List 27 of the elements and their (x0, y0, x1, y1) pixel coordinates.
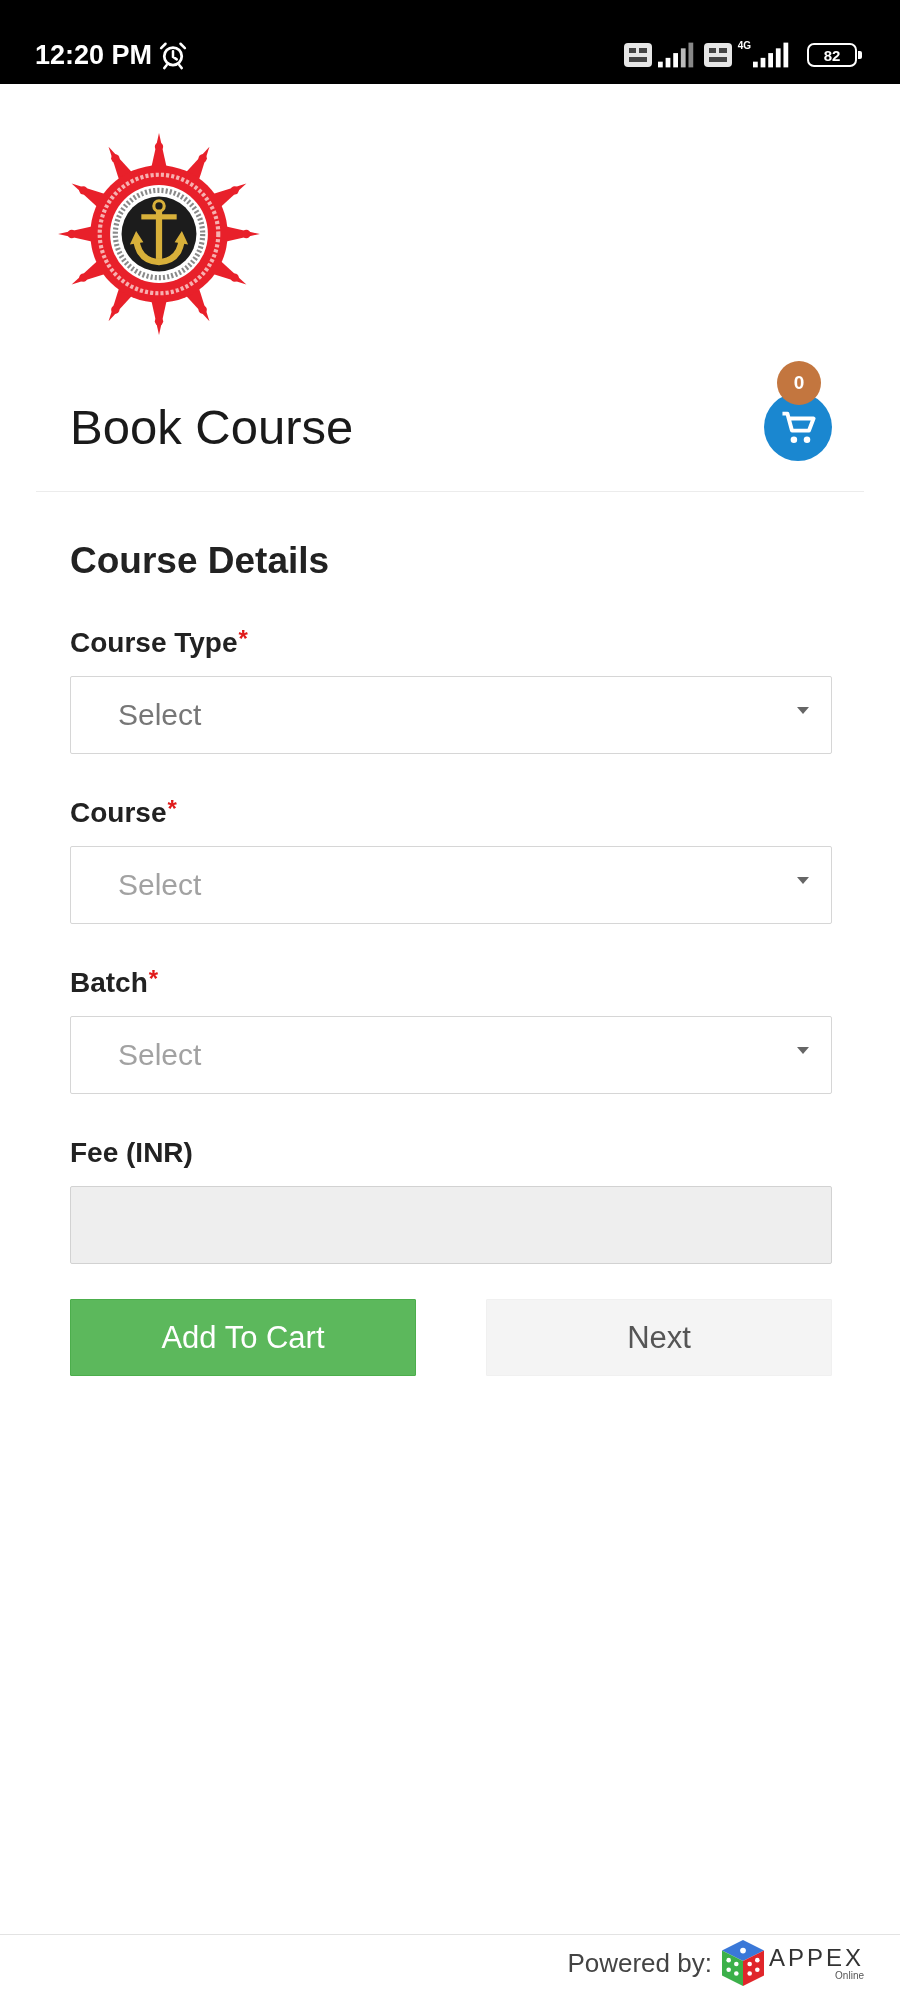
section-title: Course Details (70, 541, 331, 581)
caret-down-icon (797, 706, 809, 714)
battery-indicator: 82 (807, 43, 862, 67)
caret-down-icon (797, 1046, 809, 1054)
sim-card-icon (623, 43, 652, 67)
cart-icon (780, 410, 816, 444)
powered-by-label: Powered by: (567, 1947, 712, 1979)
alarm-clock-icon (158, 40, 189, 70)
required-asterisk: * (148, 967, 159, 991)
clock-time: 12:20 PM (35, 39, 153, 71)
field-label: Batch (70, 967, 148, 999)
dropdown-field[interactable]: Select (70, 676, 832, 754)
cube-logo-icon (721, 1940, 764, 1986)
field-label: Fee (INR) (70, 1137, 193, 1169)
add-to-cart-button[interactable]: Add To Cart (70, 1299, 416, 1376)
field-label: Course Type (70, 627, 238, 659)
brand-tagline: Online (835, 1969, 864, 1981)
network-type-label: 4G (737, 40, 751, 51)
brand-name: APPEX (768, 1945, 864, 1970)
required-asterisk: * (238, 627, 248, 651)
sim-card-icon (703, 43, 732, 67)
required-asterisk: * (167, 797, 177, 821)
field-label: Course (70, 797, 167, 829)
caret-down-icon (797, 876, 809, 884)
next-button[interactable]: Next (486, 1299, 832, 1376)
cart-count-badge: 0 (777, 361, 821, 405)
page-title: Book Course (70, 402, 354, 452)
